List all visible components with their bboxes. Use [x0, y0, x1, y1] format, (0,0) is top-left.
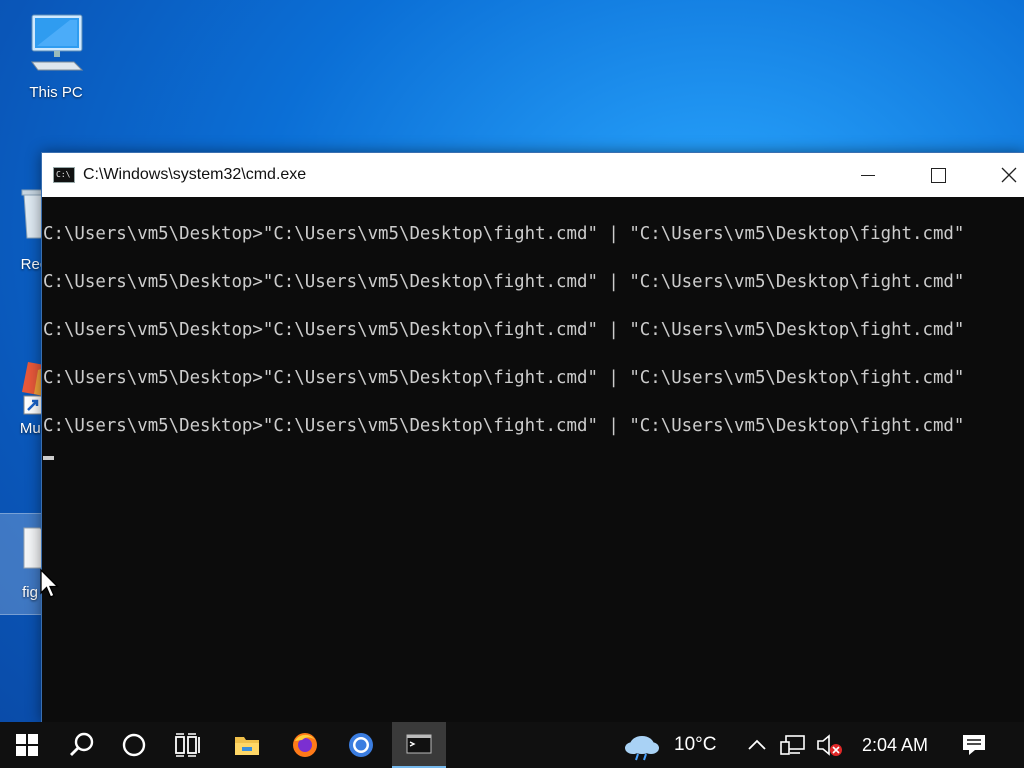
- task-view-button[interactable]: [162, 722, 214, 768]
- notifications-button[interactable]: [952, 722, 996, 768]
- volume-muted-icon: [817, 734, 842, 756]
- weather-widget[interactable]: 10°C: [622, 722, 730, 768]
- firefox-icon: [293, 733, 317, 757]
- close-icon: [1001, 167, 1017, 183]
- minimize-button[interactable]: [845, 153, 891, 197]
- search-button[interactable]: [56, 722, 108, 768]
- taskbar-chrome[interactable]: [334, 722, 388, 768]
- window-title: C:\Windows\system32\cmd.exe: [83, 166, 307, 183]
- maximize-icon: [930, 167, 946, 183]
- cortana-icon: [122, 733, 146, 757]
- console-line: C:\Users\vm5\Desktop>"C:\Users\vm5\Deskt…: [43, 224, 965, 244]
- notification-icon: [963, 735, 985, 755]
- taskbar: 10°C 2:04 AM: [0, 722, 1024, 768]
- desktop-icon-this-pc[interactable]: This PC: [18, 12, 94, 101]
- chevron-up-icon: [748, 739, 766, 750]
- mouse-pointer-icon: [40, 569, 60, 598]
- cmd-app-icon: [406, 734, 432, 754]
- taskbar-cmd[interactable]: [392, 722, 446, 768]
- volume-button[interactable]: [812, 722, 846, 768]
- maximize-button[interactable]: [915, 153, 961, 197]
- close-button[interactable]: [986, 153, 1024, 197]
- console-line: C:\Users\vm5\Desktop>"C:\Users\vm5\Deskt…: [43, 368, 965, 388]
- chrome-icon: [349, 733, 373, 757]
- desktop-icon-label: This PC: [29, 84, 83, 101]
- weather-temperature: 10°C: [674, 734, 717, 755]
- folder-icon: [235, 737, 259, 755]
- clock[interactable]: 2:04 AM: [862, 722, 928, 768]
- taskbar-file-explorer[interactable]: [220, 722, 274, 768]
- taskbar-firefox[interactable]: [278, 722, 332, 768]
- cortana-button[interactable]: [108, 722, 160, 768]
- windows-logo-icon: [16, 734, 38, 756]
- console-output[interactable]: C:\Users\vm5\Desktop>"C:\Users\vm5\Deskt…: [42, 197, 1024, 460]
- cmd-window[interactable]: C:\ C:\Windows\system32\cmd.exe C:\Users…: [41, 152, 1024, 723]
- show-hidden-icons-button[interactable]: [744, 722, 770, 768]
- cloudy-rain-icon: [625, 736, 659, 761]
- title-bar[interactable]: C:\ C:\Windows\system32\cmd.exe: [42, 153, 1024, 197]
- console-line: C:\Users\vm5\Desktop>"C:\Users\vm5\Deskt…: [43, 416, 965, 436]
- search-icon: [70, 732, 94, 756]
- computer-icon: [31, 14, 84, 71]
- network-button[interactable]: [778, 722, 808, 768]
- console-line: C:\Users\vm5\Desktop>"C:\Users\vm5\Deskt…: [43, 320, 965, 340]
- network-icon: [780, 735, 805, 755]
- text-cursor: [43, 456, 54, 460]
- task-view-icon: [175, 733, 200, 757]
- console-line: C:\Users\vm5\Desktop>"C:\Users\vm5\Deskt…: [43, 272, 965, 292]
- cmd-icon: C:\: [53, 167, 75, 183]
- start-button[interactable]: [0, 722, 54, 768]
- minimize-icon: [861, 174, 875, 176]
